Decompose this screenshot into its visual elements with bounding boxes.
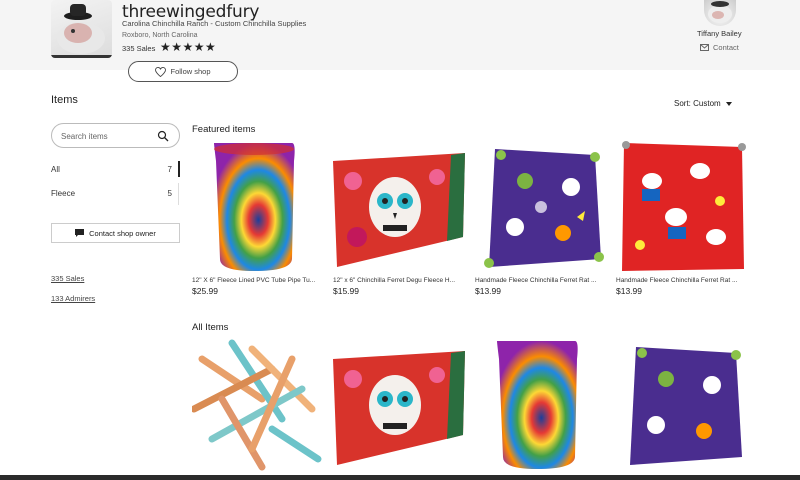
shop-tagline: Carolina Chinchilla Ranch - Custom Chinc… — [122, 19, 307, 28]
listing-card[interactable]: 12" x 6" Chinchilla Ferret Degu Fleece H… — [333, 141, 465, 296]
listing-image-sugar-skull-hammock[interactable] — [333, 141, 465, 273]
listing-card[interactable]: 12" X 6" Fleece Lined PVC Tube Pipe Tu..… — [192, 141, 324, 296]
listing-price: $13.99 — [616, 286, 642, 296]
section-item-fleece[interactable]: Fleece 5 — [51, 185, 180, 201]
listing-image-sugar-skull-hammock[interactable] — [333, 339, 465, 471]
selected-section-indicator — [178, 161, 180, 177]
sales-link[interactable]: 335 Sales — [51, 274, 84, 283]
listing-title[interactable]: 12" X 6" Fleece Lined PVC Tube Pipe Tu..… — [192, 277, 324, 284]
shop-location: Roxboro, North Carolina — [122, 32, 198, 39]
listing-image-wooden-chew-sticks[interactable] — [192, 339, 324, 471]
section-item-all[interactable]: All 7 — [51, 161, 180, 177]
featured-items-heading: Featured items — [192, 124, 256, 135]
envelope-icon — [700, 44, 709, 51]
search-box — [51, 123, 180, 148]
listing-card[interactable]: Handmade Fleece Chinchilla Ferret Rat ..… — [616, 141, 748, 296]
listing-card[interactable] — [333, 339, 465, 471]
follow-shop-button[interactable]: Follow shop — [128, 61, 238, 82]
search-icon[interactable] — [157, 130, 169, 142]
shop-sales-count[interactable]: 335 Sales — [122, 44, 155, 53]
listing-title[interactable]: Handmade Fleece Chinchilla Ferret Rat ..… — [475, 277, 607, 284]
contact-shop-owner-button[interactable]: Contact shop owner — [51, 223, 180, 243]
contact-link[interactable]: Contact — [700, 43, 739, 52]
follow-shop-label: Follow shop — [170, 67, 211, 76]
listing-image-tie-dye-tube[interactable] — [192, 141, 324, 273]
listing-image-purple-halloween-hammock[interactable] — [616, 339, 748, 471]
listing-title[interactable]: Handmade Fleece Chinchilla Ferret Rat ..… — [616, 277, 748, 284]
contact-label: Contact — [713, 43, 739, 52]
section-label: Fleece — [51, 188, 76, 198]
shop-logo[interactable] — [51, 0, 112, 58]
taskbar-strip — [0, 475, 800, 480]
listing-image-purple-halloween-hammock[interactable] — [475, 141, 607, 273]
contact-owner-label: Contact shop owner — [89, 228, 156, 238]
owner-avatar[interactable] — [704, 0, 736, 26]
heart-icon — [155, 66, 167, 77]
listing-card[interactable] — [192, 339, 324, 471]
owner-name[interactable]: Tiffany Bailey — [697, 29, 742, 38]
sort-dropdown[interactable]: Sort: Custom — [674, 99, 732, 108]
section-label: All — [51, 164, 60, 174]
listing-image-tie-dye-tube[interactable] — [475, 339, 607, 471]
message-icon — [75, 229, 85, 237]
items-heading: Items — [51, 94, 78, 106]
listing-price: $13.99 — [475, 286, 501, 296]
listing-price: $25.99 — [192, 286, 218, 296]
listing-image-red-hello-kitty-hammock[interactable] — [616, 141, 748, 273]
listing-card[interactable] — [475, 339, 607, 471]
admirers-link[interactable]: 133 Admirers — [51, 294, 95, 303]
sort-label: Sort: Custom — [674, 99, 721, 108]
shop-header: threewingedfury Carolina Chinchilla Ranc… — [0, 0, 800, 70]
listing-card[interactable]: Handmade Fleece Chinchilla Ferret Rat ..… — [475, 141, 607, 296]
search-input[interactable] — [61, 129, 151, 143]
section-divider — [178, 183, 179, 205]
listing-card[interactable] — [616, 339, 748, 471]
caret-down-icon — [725, 101, 732, 106]
star-rating[interactable]: ★★★★★ — [160, 40, 216, 54]
listing-title[interactable]: 12" x 6" Chinchilla Ferret Degu Fleece H… — [333, 277, 465, 284]
listing-price: $15.99 — [333, 286, 359, 296]
all-items-heading: All Items — [192, 322, 229, 333]
